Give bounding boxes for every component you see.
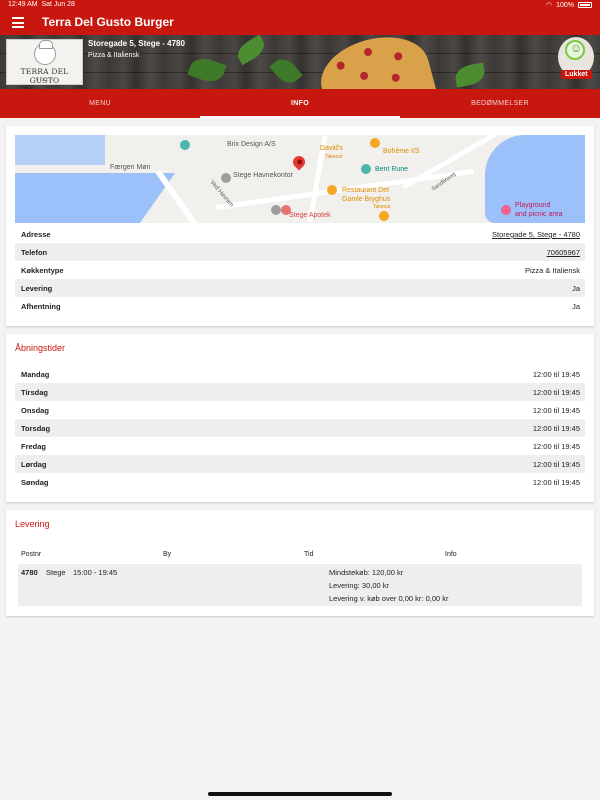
hamburger-menu-icon[interactable] (12, 17, 24, 28)
opening-hours-title: Åbningstider (15, 343, 66, 353)
info-row-address: Adresse Storegade 5, Stege - 4780 (21, 230, 580, 239)
status-badge: Lukket (561, 70, 592, 79)
map-label: Stege Apotek (289, 212, 331, 219)
map-food-icon (327, 185, 337, 195)
delivery-time: 15:00 - 19:45 (73, 568, 118, 577)
wifi-icon: ◠ (545, 2, 553, 9)
info-card: Færgen Møn Brix Design A/S David's Takeo… (6, 126, 594, 326)
basil-leaf-decoration (453, 62, 487, 88)
hours-row: Torsdag 12:00 til 19:45 (15, 419, 585, 437)
address-link[interactable]: Storegade 5, Stege - 4780 (492, 230, 580, 239)
map-water (15, 173, 175, 223)
opening-hours-card: Åbningstider Mandag 12:00 til 19:45 Tirs… (6, 334, 594, 502)
status-right: ◠ 100% (546, 1, 592, 9)
map-park-icon (501, 205, 511, 215)
column-header: Tid (304, 551, 314, 558)
restaurant-address: Storegade 5, Stege - 4780 (88, 39, 185, 48)
delivery-info-line: Levering v. køb over 0,00 kr: 0,00 kr (329, 594, 449, 603)
delivery-info-line: Levering: 30,00 kr (329, 581, 390, 590)
map-label: Playground (515, 202, 551, 209)
battery-icon (578, 2, 592, 8)
app-title: Terra Del Gusto Burger (42, 15, 174, 29)
hours-row: Søndag 12:00 til 19:45 (21, 478, 580, 487)
status-bar: 12:49 AM Sat Jun 28 ◠ 100% (0, 0, 600, 11)
phone-link[interactable]: 70605967 (547, 248, 580, 257)
home-indicator[interactable] (208, 792, 392, 796)
battery-percent: 100% (556, 1, 574, 9)
tab-info[interactable]: INFO (200, 89, 400, 118)
delivery-info-line: Mindstekøb: 120,00 kr (329, 568, 404, 577)
app-bar: Terra Del Gusto Burger (0, 11, 600, 35)
hours-row: Onsdag 12:00 til 19:45 (21, 406, 580, 415)
map-poi-icon (221, 173, 231, 183)
location-map[interactable]: Færgen Møn Brix Design A/S David's Takeo… (15, 135, 585, 223)
info-row-phone: Telefon 70605967 (15, 243, 585, 261)
map-poi-icon (361, 164, 371, 174)
restaurant-logo: TERRA DEL GUSTO PIZZA (6, 39, 83, 85)
restaurant-banner: TERRA DEL GUSTO PIZZA Storegade 5, Stege… (0, 35, 600, 89)
basil-leaf-decoration (187, 53, 227, 87)
map-label: Restaurant Det (342, 187, 390, 194)
restaurant-cuisine: Pizza & Italiensk (88, 52, 140, 59)
delivery-card: Levering Postnr By Tid Info 4780 Stege 1… (6, 510, 594, 616)
tab-reviews[interactable]: BEDØMMELSER (400, 89, 600, 118)
map-water (15, 135, 105, 165)
map-food-icon (379, 211, 389, 221)
info-row-pickup: Afhentning Ja (21, 302, 580, 311)
smiley-rating-icon[interactable] (565, 40, 585, 60)
tab-menu[interactable]: MENU (0, 89, 200, 118)
status-time: 12:49 AM Sat Jun 28 (8, 1, 75, 8)
map-label: Brix Design A/S (227, 141, 276, 148)
hours-row: Tirsdag 12:00 til 19:45 (15, 383, 585, 401)
map-poi-icon (180, 140, 190, 150)
delivery-row: 4780 Stege 15:00 - 19:45 Mindstekøb: 120… (18, 564, 582, 606)
map-label: David's (320, 145, 343, 152)
map-label: Gamle Bryghus (342, 196, 391, 203)
pizza-image (312, 35, 438, 89)
delivery-city: Stege (46, 568, 66, 577)
basil-leaf-decoration (233, 35, 269, 66)
info-row-delivery: Levering Ja (15, 279, 585, 297)
column-header: By (163, 551, 172, 558)
delivery-postnr: 4780 (21, 568, 38, 577)
hours-row: Fredag 12:00 til 19:45 (21, 442, 580, 451)
map-label: Stege Havnekontor (233, 172, 293, 179)
map-label: Bent Rune (375, 166, 409, 173)
map-road (155, 169, 201, 223)
hours-row: Lørdag 12:00 til 19:45 (15, 455, 585, 473)
map-poi-icon (271, 205, 281, 215)
column-header: Info (445, 551, 457, 558)
basil-leaf-decoration (269, 53, 303, 89)
hours-row: Mandag 12:00 til 19:45 (21, 370, 580, 379)
map-label: Takeout (373, 204, 391, 210)
column-header: Postnr (21, 551, 42, 558)
info-row-cuisine: Køkkentype Pizza & Italiensk (21, 266, 580, 275)
map-food-icon (370, 138, 380, 148)
chef-icon (34, 40, 56, 65)
map-label: and picnic area (515, 211, 563, 218)
map-label: Færgen Møn (110, 164, 151, 171)
location-pin-icon[interactable] (290, 153, 308, 171)
tab-bar: MENU INFO BEDØMMELSER (0, 89, 600, 118)
map-label: Bohème I/S (383, 148, 420, 155)
map-water (485, 135, 585, 223)
delivery-title: Levering (15, 519, 50, 529)
map-label: Takeout (325, 154, 343, 160)
